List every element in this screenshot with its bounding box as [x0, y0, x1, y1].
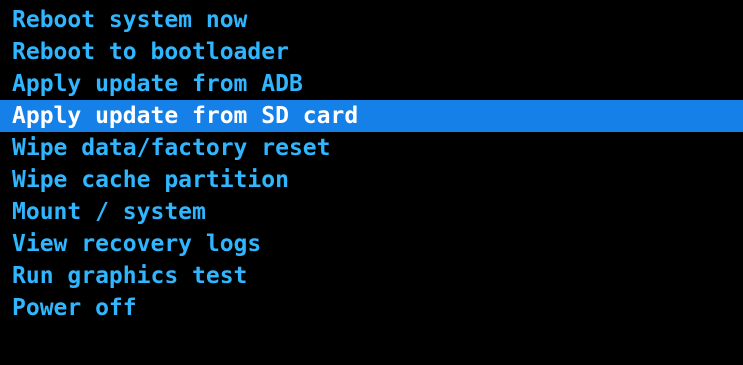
- menu-item-view-recovery-logs[interactable]: View recovery logs: [0, 228, 743, 260]
- menu-item-reboot-to-bootloader[interactable]: Reboot to bootloader: [0, 36, 743, 68]
- menu-item-run-graphics-test[interactable]: Run graphics test: [0, 260, 743, 292]
- recovery-menu: Reboot system now Reboot to bootloader A…: [0, 4, 743, 324]
- menu-item-wipe-cache-partition[interactable]: Wipe cache partition: [0, 164, 743, 196]
- menu-item-apply-update-from-sd-card[interactable]: Apply update from SD card: [0, 100, 743, 132]
- menu-item-apply-update-from-adb[interactable]: Apply update from ADB: [0, 68, 743, 100]
- menu-item-power-off[interactable]: Power off: [0, 292, 743, 324]
- menu-item-wipe-data-factory-reset[interactable]: Wipe data/factory reset: [0, 132, 743, 164]
- menu-item-mount-system[interactable]: Mount / system: [0, 196, 743, 228]
- menu-item-reboot-system-now[interactable]: Reboot system now: [0, 4, 743, 36]
